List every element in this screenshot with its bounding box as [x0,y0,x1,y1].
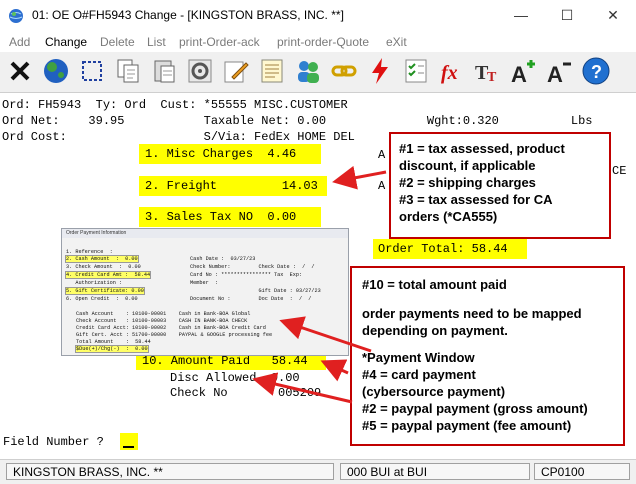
font-increase-icon[interactable]: A [508,55,540,87]
pw-right-line: Document No : Doc Date : / / [190,296,312,302]
checklist-icon[interactable] [400,55,432,87]
field-freight[interactable]: 2. Freight 14.03 [139,176,327,196]
pw-left-line: 4. Credit Card Amt : 58.44 [64,271,152,279]
field-disc-allowed[interactable]: Disc Allowed 0.00 [170,371,300,385]
callout-charges-explanation: #1 = tax assessed, product discount, if … [389,132,611,239]
label-fragment-a2: A [378,179,386,193]
menu-bar: Add Change Delete List print-Order-ack p… [0,32,636,52]
paste-icon[interactable] [148,55,180,87]
callout-line: depending on payment. [362,323,508,338]
close-window-button[interactable]: ✕ [590,0,636,30]
status-company: KINGSTON BRASS, INC. ** [6,463,334,480]
menu-print-order-quote[interactable]: print-order-Quote [277,35,369,49]
svg-text:A: A [547,62,563,87]
menu-delete[interactable]: Delete [100,35,135,49]
callout-line: #2 = paypal payment (gross amount) [362,401,588,416]
select-icon[interactable] [76,55,108,87]
pw-right-line: Check Number: Check Date : / / [190,264,315,270]
field-misc-charges[interactable]: 1. Misc Charges 4.46 [139,144,321,164]
status-user: 000 BUI at BUI [340,463,530,480]
pw-left-line: 3. Check Amount : 0.00 [66,264,141,270]
menu-print-order-ack[interactable]: print-Order-ack [179,35,260,49]
app-globe-icon [9,9,23,23]
text-cursor [123,446,134,448]
close-icon[interactable] [4,55,36,87]
settings-icon[interactable] [184,55,216,87]
pw-left-line: 1. Reference : [66,249,113,255]
menu-exit[interactable]: eXit [386,35,407,49]
callout-line: orders (*CA555) [399,209,498,224]
lightning-icon[interactable] [364,55,396,87]
pw-left-line: Authorization : [66,280,123,286]
menu-list[interactable]: List [147,35,166,49]
svg-text:?: ? [591,62,602,82]
pw-account-line: Gift Cert. Acct : 51700-00000 PAYPAL & G… [76,332,273,338]
callout-line: #4 = card payment [362,367,476,382]
window-title: 01: OE O#FH5943 Change - [KINGSTON BRASS… [32,8,344,22]
pw-account-line: Check Account : 10100-00003 CASH IN BANK… [76,318,248,324]
minimize-button[interactable]: — [498,0,544,30]
status-bar: KINGSTON BRASS, INC. ** 000 BUI at BUI C… [0,459,636,484]
font-decrease-icon[interactable]: A [544,55,576,87]
pw-right-line: Card No : **************** Tax Exp: [190,272,303,278]
globe-icon[interactable] [40,55,72,87]
field-order-total: Order Total: 58.44 [373,239,527,259]
pw-right-line: Member : [190,280,219,286]
title-bar: 01: OE O#FH5943 Change - [KINGSTON BRASS… [0,0,636,32]
payment-window-screenshot: Order Payment Information 1. Reference :… [61,228,349,356]
callout-line: #2 = shipping charges [399,175,536,190]
label-fragment-a1: A [378,148,386,162]
svg-text:fx: fx [441,62,458,84]
callout-line: (cybersource payment) [362,384,506,399]
pw-account-line: $Due(+)/Chg(-) : 0.00 [75,345,149,353]
pw-right-line: Cash Date : 03/27/23 [190,256,256,262]
callout-line: #1 = tax assessed, product [399,141,565,156]
callout-subtitle: *Payment Window [362,350,475,365]
maximize-button[interactable]: ☐ [544,0,590,30]
svg-text:T: T [487,70,497,85]
pw-account-line: Credit Card Acct: 10100-00002 Cash in Ba… [76,325,266,331]
menu-add[interactable]: Add [9,35,30,49]
help-icon[interactable]: ? [580,55,612,87]
label-fragment-ce: CE [612,164,627,178]
status-code: CP0100 [534,463,630,480]
order-header-line1: Ord: FH5943 Ty: Ord Cust: *55555 MISC.CU… [2,98,348,112]
callout-line: discount, if applicable [399,158,536,173]
callout-title: #10 = total amount paid [362,277,507,292]
order-header-line3: Ord Cost: S/Via: FedEx HOME DEL [2,130,355,144]
field-number-prompt: Field Number ? [3,435,104,449]
pw-account-line: Cash Account : 10100-00001 Cash in Bank-… [76,311,251,317]
callout-line: order payments need to be mapped [362,306,582,321]
notes-icon[interactable] [256,55,288,87]
menu-change[interactable]: Change [45,35,87,49]
edit-icon[interactable] [220,55,252,87]
field-check-no[interactable]: Check No 005209 [170,386,321,400]
link-icon[interactable] [328,55,360,87]
pw-left-line: 6. Open Credit : 0.00 [66,296,138,302]
callout-line: #3 = tax assessed for CA [399,192,553,207]
payment-window-title: Order Payment Information [62,229,348,238]
pw-left-line: 2. Cash Amount : 0.00 [65,255,139,263]
callout-line: #5 = paypal payment (fee amount) [362,418,572,433]
fx-icon[interactable]: fx [436,55,468,87]
field-sales-tax[interactable]: 3. Sales Tax NO 0.00 [139,207,321,227]
field-number-input[interactable] [120,433,138,450]
text-style-icon[interactable]: TT [472,55,504,87]
users-icon[interactable] [292,55,324,87]
pw-left-line: 5. Gift Certificate: 0.00 [65,287,145,295]
pw-right-line: Gift Date : 03/27/23 [190,288,321,294]
order-header-line2: Ord Net: 39.95 Taxable Net: 0.00 Wght:0.… [2,114,593,128]
pw-account-line: Total Amount : 58.44 [76,339,151,345]
callout-payment-explanation: #10 = total amount paid order payments n… [350,266,625,446]
svg-text:A: A [511,62,527,87]
toolbar: fx TT A A ? [0,52,636,93]
copy-icon[interactable] [112,55,144,87]
